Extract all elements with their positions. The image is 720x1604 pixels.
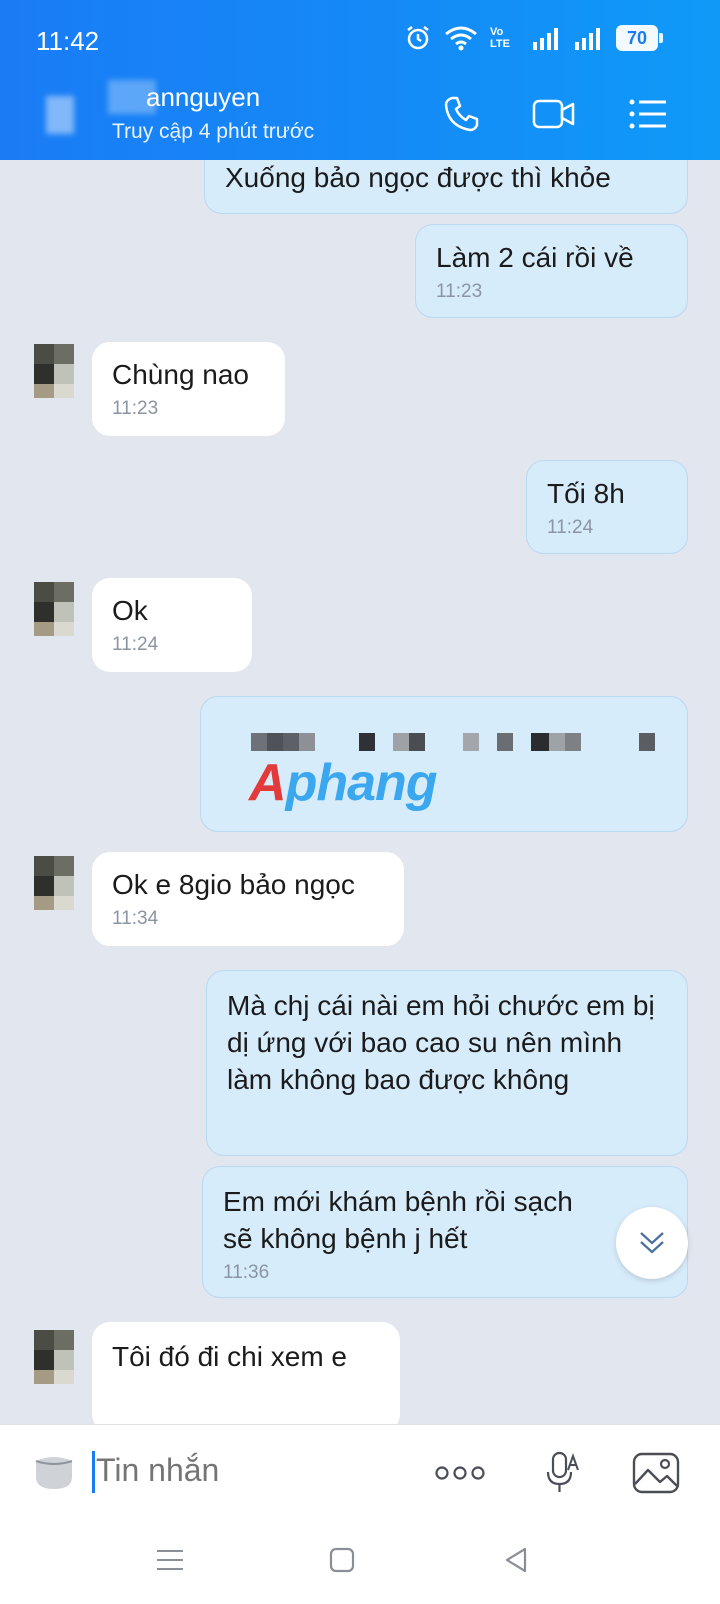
message-input-bar <box>0 1424 720 1516</box>
wifi-icon <box>445 26 477 51</box>
sticker-icon <box>35 1457 73 1489</box>
message-bubble-outgoing[interactable]: Em mới khám bệnh rồi sạch sẽ không bệnh … <box>202 1166 688 1298</box>
message-bubble-incoming[interactable]: Tôi đó đi chi xem e <box>92 1322 400 1424</box>
contact-last-seen: Truy cập 4 phút trước <box>112 120 315 143</box>
triangle-back-icon <box>505 1547 527 1573</box>
watermark-logo: Aphang <box>249 754 438 812</box>
call-button[interactable] <box>440 92 484 136</box>
message-bubble-incoming[interactable]: Ok 11:24 <box>92 578 252 672</box>
home-button[interactable] <box>320 1538 364 1582</box>
text-cursor <box>92 1451 95 1493</box>
message-text: Ok <box>112 595 148 626</box>
message-text: Xuống bảo ngọc được thì khỏe <box>225 162 611 193</box>
sender-avatar[interactable] <box>34 344 74 398</box>
message-list[interactable]: Xuống bảo ngọc được thì khỏe Làm 2 cái r… <box>0 160 720 1424</box>
alarm-icon <box>407 26 429 50</box>
phone-icon <box>444 96 479 132</box>
message-time: 11:34 <box>112 908 159 929</box>
microphone-icon <box>546 1451 579 1492</box>
message-bubble-incoming[interactable]: Chùng nao 11:23 <box>92 342 285 436</box>
image-gallery-icon <box>632 1452 680 1494</box>
menu-button[interactable] <box>626 92 670 136</box>
sender-avatar[interactable] <box>34 856 74 910</box>
message-text: Em mới khám bệnh rồi sạch sẽ không bệnh … <box>223 1186 573 1254</box>
message-bubble-outgoing[interactable]: Làm 2 cái rồi về 11:23 <box>415 224 688 318</box>
message-bubble-outgoing[interactable]: Mà chj cái nài em hỏi chước em bị dị ứng… <box>206 970 688 1156</box>
contact-name[interactable]: annguyen <box>146 82 260 113</box>
square-home-icon <box>329 1547 355 1573</box>
message-time: 11:23 <box>112 398 159 419</box>
image-message[interactable]: Aphang <box>200 696 688 832</box>
message-text: Tối 8h <box>547 478 625 509</box>
message-text: Ok e 8gio bảo ngọc <box>112 869 355 900</box>
message-bubble-incoming[interactable]: Ok e 8gio bảo ngọc 11:34 <box>92 852 404 946</box>
system-navigation-bar <box>0 1516 720 1604</box>
video-camera-icon <box>532 99 575 129</box>
menu-lines-icon <box>157 1550 183 1570</box>
status-time: 11:42 <box>36 26 100 56</box>
list-menu-icon <box>629 99 666 129</box>
message-text: Chùng nao <box>112 359 250 390</box>
double-chevron-down-icon <box>640 1232 664 1254</box>
message-time: 11:24 <box>547 517 594 538</box>
gallery-button[interactable] <box>630 1447 682 1499</box>
message-text: Mà chj cái nài em hỏi chước em bị dị ứng… <box>227 990 655 1095</box>
message-text: Làm 2 cái rồi về <box>436 242 634 273</box>
message-time: 11:23 <box>436 281 483 302</box>
sender-avatar[interactable] <box>34 1330 74 1384</box>
voice-input-button[interactable] <box>536 1447 588 1499</box>
message-time: 11:24 <box>112 634 159 655</box>
volte-label: Vo LTE <box>490 26 510 50</box>
scroll-to-bottom-button[interactable] <box>616 1207 688 1279</box>
message-bubble-outgoing[interactable]: Tối 8h 11:24 <box>526 460 688 554</box>
back-nav-button[interactable] <box>494 1538 538 1582</box>
recent-apps-button[interactable] <box>148 1538 192 1582</box>
message-time: 11:36 <box>223 1262 270 1283</box>
sticker-button[interactable] <box>34 1449 74 1493</box>
message-bubble-outgoing[interactable]: Xuống bảo ngọc được thì khỏe <box>204 160 688 214</box>
more-dots-icon <box>435 1466 485 1480</box>
message-text: Tôi đó đi chi xem e <box>112 1341 347 1372</box>
chat-header: 11:42 Vo LTE 70 annguyen Truy cập 4 phút… <box>0 0 720 160</box>
video-call-button[interactable] <box>532 92 576 136</box>
back-button[interactable] <box>46 96 76 136</box>
message-input[interactable] <box>96 1447 416 1493</box>
more-options-button[interactable] <box>434 1447 486 1499</box>
signal-icon-2 <box>575 28 600 50</box>
sender-avatar[interactable] <box>34 582 74 636</box>
signal-icon <box>533 28 558 50</box>
status-icons: Vo LTE 70 <box>404 24 663 52</box>
battery-indicator: 70 <box>616 25 663 51</box>
